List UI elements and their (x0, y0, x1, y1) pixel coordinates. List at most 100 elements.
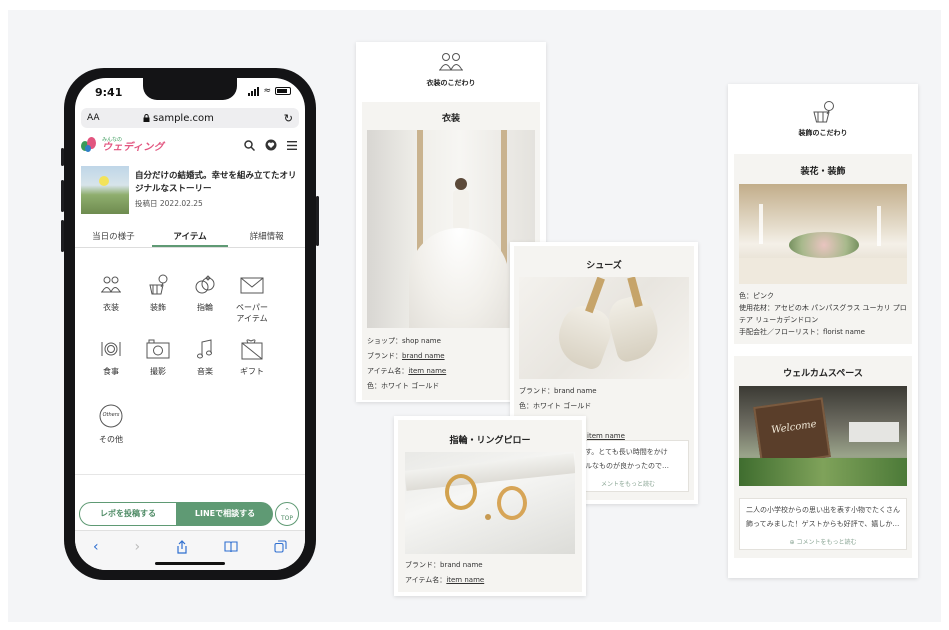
category-costume[interactable]: 衣装 (86, 274, 136, 313)
article-summary[interactable]: 自分だけの結婚式。幸せを組み立てたオリジナルなストーリー 投稿日 2022.02… (81, 166, 301, 218)
item-link[interactable]: item name (587, 432, 625, 440)
item-label: アイテム名： (367, 367, 409, 375)
forward-arrow-icon[interactable]: › (135, 539, 141, 555)
item-link[interactable]: item name (408, 367, 446, 375)
item-label: アイテム名： (405, 576, 447, 584)
color-line: 色：ピンク (739, 292, 774, 300)
category-others[interactable]: Others その他 (86, 404, 136, 445)
read-more-comments-link[interactable]: ⊕ コメントをもっと読む (740, 537, 906, 546)
flowers-line: 使用花材：アセビの木 パンパスグラス ユーカリ プロテア リューカデンドロン (739, 304, 907, 324)
brand-link[interactable]: brand name (402, 352, 445, 360)
tab-details[interactable]: 詳細情報 (228, 228, 305, 247)
read-more-label: コメントをもっと読む (796, 539, 857, 546)
couple-icon (101, 276, 121, 293)
decoration-icon (149, 274, 168, 295)
article-title: 自分だけの結婚式。幸せを組み立てたオリジナルなストーリー (135, 171, 297, 194)
logo-mark-icon (81, 137, 99, 153)
ring-item-title: 指輪・リングピロー (449, 436, 531, 446)
status-icons: ≈ (248, 86, 291, 96)
brand-label: ブランド： (367, 352, 402, 360)
ring-card: 指輪・リングピロー ブランド：brand name アイテム名：item nam… (394, 416, 586, 596)
phone-mockup: 9:41 ≈ AA sample.com ↻ みんなの ウェディング 自分だけの… (61, 68, 319, 580)
category-label: 撮影 (150, 367, 166, 376)
couple-icon (439, 53, 463, 71)
brand-line: ブランド：brand name (519, 387, 597, 395)
url-text: sample.com (143, 113, 214, 124)
line-consult-button[interactable]: LINEで相談する (177, 502, 273, 526)
bookmarks-icon[interactable] (224, 540, 238, 553)
category-label: その他 (99, 435, 123, 444)
back-to-top-button[interactable]: ⌃ TOP (275, 502, 299, 526)
tab-items[interactable]: アイテム (151, 228, 229, 247)
category-paper-items[interactable]: ペーパー アイテム (227, 274, 277, 324)
article-thumbnail (81, 166, 129, 214)
envelope-icon (240, 277, 264, 294)
category-label: ペーパー アイテム (236, 303, 268, 323)
chevron-up-icon: ⌃ (284, 507, 290, 515)
detail-tabs: 当日の様子 アイテム 詳細情報 (75, 228, 305, 248)
category-gift[interactable]: ギフト (227, 338, 277, 377)
rings-photo (405, 452, 575, 554)
costume-section-title: 衣装のこだわり (426, 79, 476, 87)
phone-notch (143, 78, 237, 100)
share-icon[interactable] (176, 539, 188, 554)
category-music[interactable]: 音楽 (180, 338, 230, 377)
decoration-icon (813, 101, 834, 123)
dining-icon (101, 342, 121, 356)
costume-section-header: 衣装のこだわり (356, 50, 546, 88)
search-icon[interactable] (244, 139, 255, 151)
tabs-icon[interactable] (274, 540, 287, 553)
phone-volume-down (61, 220, 64, 252)
category-photography[interactable]: 撮影 (133, 338, 183, 377)
phone-volume-up (61, 180, 64, 212)
phone-screen: 9:41 ≈ AA sample.com ↻ みんなの ウェディング 自分だけの… (75, 78, 305, 570)
reload-icon[interactable]: ↻ (284, 112, 293, 125)
welcome-board-photo: Welcome (739, 386, 907, 486)
phone-power-button (316, 196, 319, 246)
signal-icon (248, 86, 260, 96)
floating-action-bar: レポを投稿する LINEで相談する ⌃ TOP (79, 502, 301, 528)
category-label: 音楽 (197, 367, 213, 376)
gift-icon (241, 339, 263, 360)
back-arrow-icon[interactable]: ‹ (93, 539, 99, 555)
wifi-icon: ≈ (263, 86, 271, 96)
hamburger-menu-icon[interactable] (287, 140, 297, 150)
top-label: TOP (280, 515, 293, 522)
battery-icon (275, 87, 291, 95)
category-dining[interactable]: 食事 (86, 338, 136, 377)
shop-value: shop name (402, 337, 441, 345)
decoration-section-card: 装飾のこだわり 装花・装飾 色：ピンク 使用花材：アセビの木 パンパスグラス ユ… (728, 84, 918, 578)
flower-item-title: 装花・装飾 (800, 167, 846, 177)
decoration-section-title: 装飾のこだわり (798, 129, 848, 137)
post-report-button[interactable]: レポを投稿する (79, 502, 177, 526)
florist-line: 手配会社／フローリスト：florist name (739, 328, 865, 336)
text-size-button[interactable]: AA (87, 113, 100, 123)
phone-silent-switch (61, 148, 64, 166)
category-decoration[interactable]: 装飾 (133, 274, 183, 313)
logo-main-text: ウェディング (102, 141, 165, 153)
safari-url-bar[interactable]: AA sample.com ↻ (81, 108, 299, 128)
category-label: 衣装 (103, 303, 119, 312)
tab-day-scene[interactable]: 当日の様子 (75, 228, 152, 247)
heart-badge-icon[interactable] (265, 139, 277, 151)
welcome-comment-text: 二人の小学校からの思い出を表す小物でたくさん飾ってみました！ゲストからも好評で、… (746, 506, 900, 528)
flower-table-photo (739, 184, 907, 284)
item-link[interactable]: item name (446, 576, 484, 584)
header-actions (244, 139, 297, 151)
category-label: 指輪 (197, 303, 213, 312)
category-rings[interactable]: 指輪 (180, 274, 230, 313)
shop-label: ショップ： (367, 337, 402, 345)
site-logo[interactable]: みんなの ウェディング (81, 137, 164, 153)
comment-line: プルなものが良かったので… (578, 462, 669, 470)
home-indicator (155, 562, 225, 565)
category-label: ギフト (240, 367, 264, 376)
camera-icon (146, 339, 170, 359)
lock-icon (143, 113, 150, 122)
app-header: みんなの ウェディング (75, 134, 305, 160)
welcome-comment-box: 二人の小学校からの思い出を表す小物でたくさん飾ってみました！ゲストからも好評で、… (739, 498, 907, 550)
shoes-item-title: シューズ (586, 261, 622, 271)
category-label: 装飾 (150, 303, 166, 312)
comment-line: です。とても長い時間をかけ (578, 448, 668, 456)
ring-item-card: 指輪・リングピロー ブランド：brand name アイテム名：item nam… (398, 420, 582, 592)
ring-meta: ブランド：brand name アイテム名：item name (405, 558, 575, 588)
